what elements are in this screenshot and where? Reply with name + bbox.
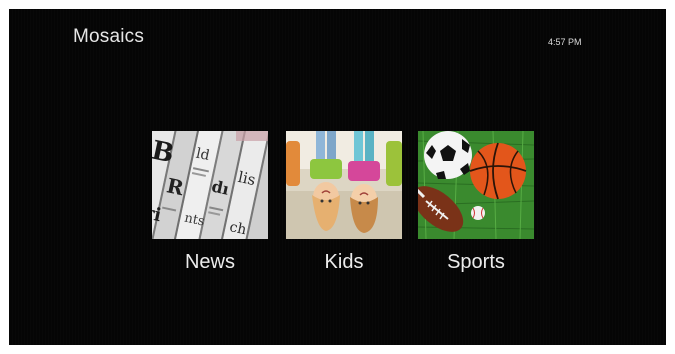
tile-label-kids: Kids (324, 251, 364, 273)
page-title: Mosaics (73, 26, 145, 47)
newspapers-image: B R ld dı lis ch nts ri (152, 131, 268, 239)
svg-text:lis: lis (236, 168, 257, 189)
sports-balls-image (418, 131, 534, 239)
mosaic-tile-kids[interactable]: Kids (286, 131, 402, 276)
mosaic-tile-sports[interactable]: Sports (418, 131, 534, 276)
tile-label-sports: Sports (447, 251, 505, 273)
mosaic-tile-news[interactable]: B R ld dı lis ch nts ri News (152, 131, 268, 276)
tile-label-news: News (184, 251, 235, 273)
kids-image (286, 131, 402, 239)
clock: 4:57 PM (548, 37, 582, 47)
tv-screen: Mosaics 4:57 PM B R ld dı lis ch nts ri … (9, 9, 666, 345)
